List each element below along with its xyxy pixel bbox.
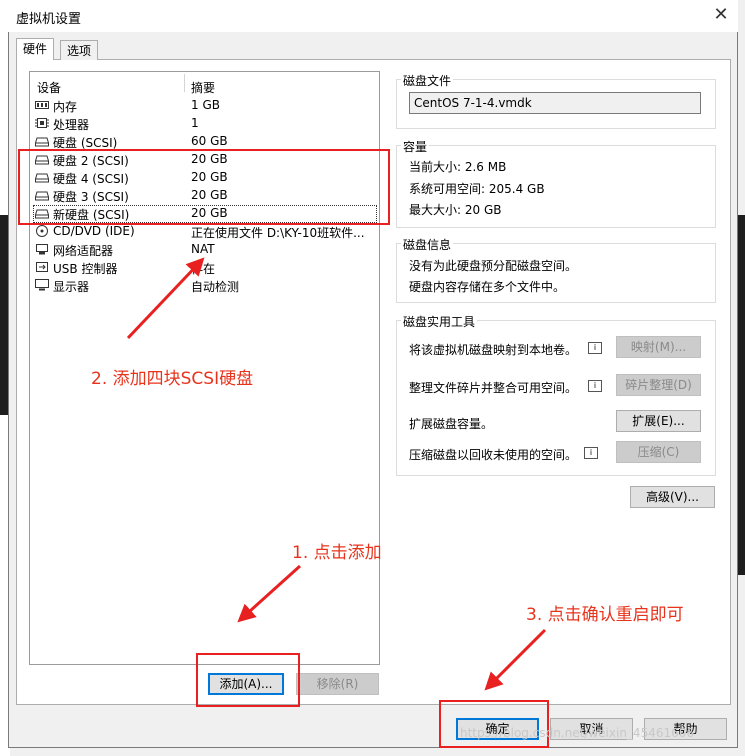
watermark: https://blog.csdn.net/weixin_45461606 [460,726,695,740]
arrow-step-3 [484,628,547,691]
arrow-step-2 [126,257,205,340]
arrow-step-1 [237,564,302,623]
annotation-arrows [126,257,547,691]
